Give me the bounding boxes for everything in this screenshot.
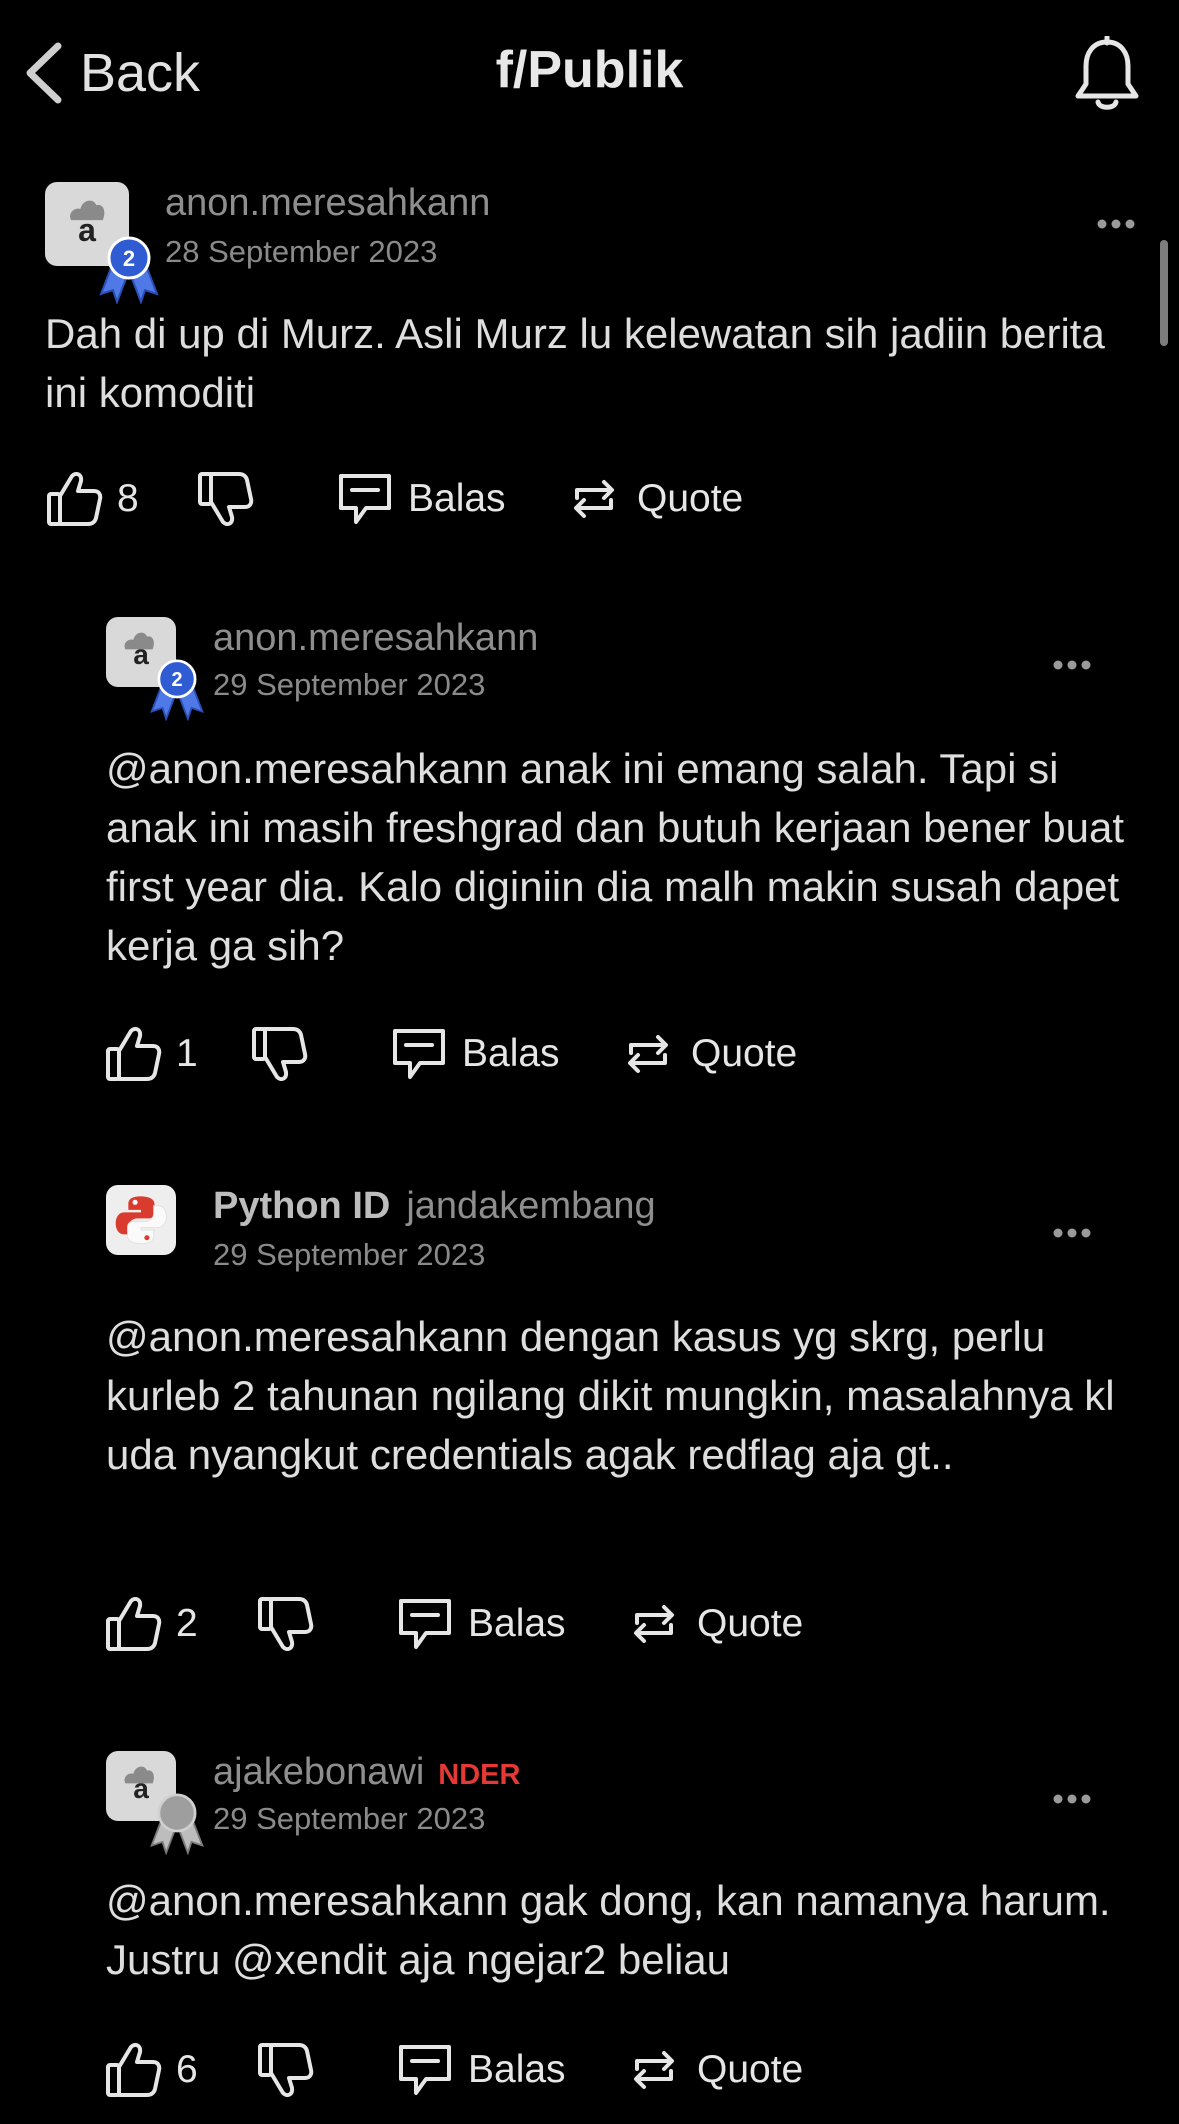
dislike-button[interactable] — [256, 1591, 314, 1657]
like-button[interactable]: 1 — [104, 1021, 198, 1087]
more-icon[interactable] — [1052, 1227, 1092, 1239]
quote-button[interactable]: Quote — [619, 1021, 797, 1087]
repeat-icon — [628, 1035, 668, 1073]
dislike-button[interactable] — [250, 1021, 308, 1087]
scrollbar[interactable] — [1160, 240, 1168, 346]
quote-button[interactable]: Quote — [625, 1591, 803, 1657]
avatar[interactable]: a — [106, 1751, 204, 1855]
dislike-button[interactable] — [196, 466, 254, 532]
comment-text: @anon.meresahkann gak dong, kan namanya … — [106, 1877, 1111, 1983]
like-button[interactable]: 8 — [45, 466, 139, 532]
python-logo-icon — [115, 1196, 167, 1245]
more-icon[interactable] — [1052, 659, 1092, 671]
repeat-icon — [634, 2051, 674, 2089]
thumbs-up-icon — [106, 1596, 162, 1651]
like-count: 2 — [176, 1602, 198, 1645]
username[interactable]: ajakebonawi — [213, 1751, 424, 1794]
post-date: 29 September 2023 — [213, 1801, 486, 1836]
reply-button[interactable]: Balas — [396, 1591, 566, 1657]
svg-text:2: 2 — [123, 246, 135, 271]
community-avatar[interactable] — [106, 1185, 176, 1255]
svg-text:2: 2 — [171, 669, 182, 691]
repeat-icon — [634, 1605, 674, 1643]
bell-icon[interactable] — [1072, 36, 1142, 114]
medal-icon: 2 — [99, 236, 159, 304]
dislike-button[interactable] — [256, 2037, 314, 2103]
top-bar: Back f/Publik — [0, 0, 1179, 150]
thumbs-down-icon — [252, 1027, 308, 1082]
thumbs-down-icon — [198, 472, 254, 527]
quote-button[interactable]: Quote — [625, 2037, 803, 2103]
avatar[interactable]: a 2 — [45, 182, 159, 304]
reply-icon — [399, 1599, 451, 1649]
post-date: 28 September 2023 — [165, 234, 438, 269]
reply-button[interactable]: Balas — [336, 466, 506, 532]
user-badge: NDER — [438, 1759, 521, 1791]
post-date: 29 September 2023 — [213, 1237, 486, 1272]
more-icon[interactable] — [1096, 218, 1136, 230]
like-count: 6 — [176, 2048, 198, 2091]
quote-button[interactable]: Quote — [565, 466, 743, 532]
medal-icon: 2 — [150, 659, 204, 721]
comment-text: @anon.meresahkann anak ini emang salah. … — [106, 745, 1125, 969]
repeat-icon — [574, 480, 614, 518]
reply-button[interactable]: Balas — [390, 1021, 560, 1087]
medal-icon — [150, 1793, 204, 1855]
username[interactable]: anon.meresahkann — [213, 617, 538, 660]
comment-text: @anon.meresahkann dengan kasus yg skrg, … — [106, 1313, 1115, 1478]
comment-text: Dah di up di Murz. Asli Murz lu kelewata… — [45, 310, 1105, 416]
like-count: 8 — [117, 477, 139, 520]
page-title: f/Publik — [495, 41, 684, 99]
thumbs-up-icon — [106, 1026, 162, 1081]
reply-icon — [339, 474, 391, 524]
reply-button[interactable]: Balas — [396, 2037, 566, 2103]
username[interactable]: anon.meresahkann — [165, 182, 490, 225]
thumbs-down-icon — [258, 2043, 314, 2098]
like-button[interactable]: 6 — [104, 2037, 198, 2103]
community-name[interactable]: Python ID — [213, 1185, 390, 1228]
reply-icon — [399, 2045, 451, 2095]
more-icon[interactable] — [1052, 1793, 1092, 1805]
post-date: 29 September 2023 — [213, 667, 486, 702]
like-button[interactable]: 2 — [104, 1591, 198, 1657]
thumbs-down-icon — [258, 1597, 314, 1652]
username[interactable]: jandakembang — [406, 1185, 655, 1228]
reply-icon — [393, 1029, 445, 1079]
thumbs-up-icon — [106, 2042, 162, 2097]
like-count: 1 — [176, 1032, 198, 1075]
avatar[interactable]: a 2 — [106, 617, 204, 721]
thumbs-up-icon — [47, 471, 103, 526]
